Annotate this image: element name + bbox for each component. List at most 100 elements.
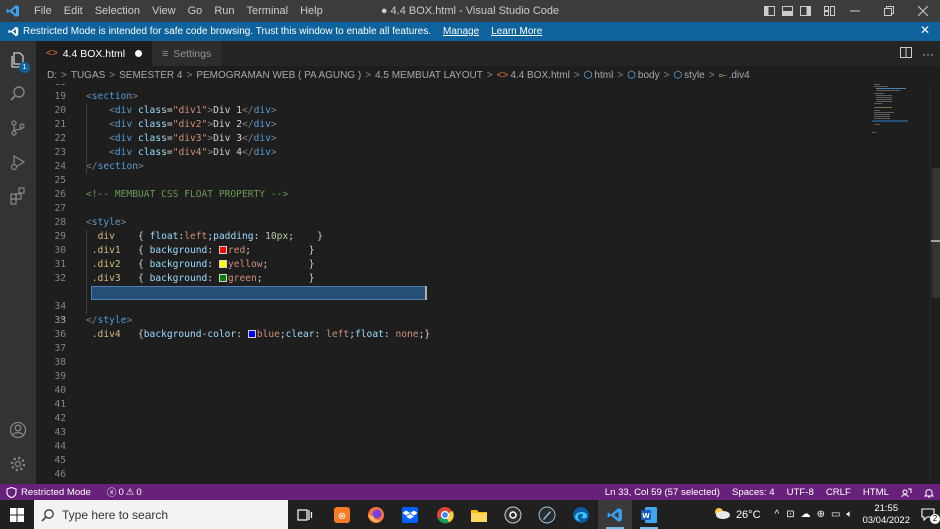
svg-text:⊗: ⊗ [338,511,346,522]
scrollbar-thumb[interactable] [932,168,940,298]
onedrive-cloud-icon[interactable]: ☁ [801,509,811,520]
app-rocket-icon[interactable] [530,500,564,529]
code-line: 41 [54,399,66,410]
taskbar-search-box[interactable]: Type here to search [34,500,288,529]
cursor-position[interactable]: Ln 33, Col 59 (57 selected) [605,487,720,498]
breadcrumb-item[interactable]: .div4 [729,70,750,81]
element-icon: ⬡ [583,69,593,81]
breadcrumb-item[interactable]: PEMOGRAMAN WEB ( PA AGUNG ) [196,70,361,81]
vscode-banner-icon [8,26,19,37]
breadcrumb-item[interactable]: style [684,70,705,81]
yellow-color-swatch[interactable] [218,260,227,268]
code-line: 43 [54,427,66,438]
source-control-icon[interactable] [0,111,36,145]
close-window-icon[interactable] [906,0,940,22]
breadcrumb-item[interactable]: 4.4 BOX.html [510,70,569,81]
restricted-mode-indicator[interactable]: Restricted Mode [0,484,97,500]
task-view-icon[interactable] [288,500,322,529]
green-color-swatch[interactable] [218,274,227,282]
firefox-icon[interactable] [359,500,393,529]
vertical-scrollbar[interactable] [930,84,940,484]
volume-icon[interactable]: 🔈︎ [846,509,852,520]
windows-start-icon[interactable] [0,500,34,529]
warning-count: 0 [136,486,142,498]
system-tray: 26°C ^ ⊡ ☁ ⊕ ▭ 🔈︎ 21:55 03/04/2022 2 [712,500,940,529]
code-line: 38 [54,357,66,368]
obs-icon[interactable] [496,500,530,529]
menu-selection[interactable]: Selection [89,0,146,22]
weather-temperature[interactable]: 26°C [736,509,761,521]
file-explorer-icon[interactable] [462,500,496,529]
breadcrumb-item[interactable]: SEMESTER 4 [119,70,182,81]
breadcrumb-item[interactable]: TUGAS [71,70,105,81]
word-icon[interactable]: W [632,500,666,529]
breadcrumb-item[interactable]: 4.5 MEMBUAT LAYOUT [375,70,483,81]
code-editor[interactable]: 18 19<section> 20 <div class="div1">Div … [36,84,940,484]
split-editor-icon[interactable] [900,46,912,61]
menu-run[interactable]: Run [208,0,240,22]
end-of-line[interactable]: CRLF [826,487,851,498]
run-debug-icon[interactable] [0,145,36,179]
search-icon[interactable] [0,77,36,111]
encoding[interactable]: UTF-8 [787,487,814,498]
menu-file[interactable]: File [28,0,58,22]
menu-view[interactable]: View [146,0,182,22]
code-line: 24 </section> [54,161,144,172]
code-line: 44 [54,441,66,452]
breadcrumb-item[interactable]: html [594,70,613,81]
language-mode[interactable]: HTML [863,487,889,498]
explorer-icon[interactable]: 1 [0,43,36,77]
menu-go[interactable]: Go [182,0,209,22]
code-lines: 18 19<section> 20 <div class="div1">Div … [36,84,866,482]
banner-close-icon[interactable]: ✕ [920,23,930,37]
menu-terminal[interactable]: Terminal [241,0,295,22]
manage-gear-icon[interactable] [0,447,36,481]
notification-center-icon[interactable]: 2 [916,508,940,524]
tab-label: Settings [173,47,212,60]
feedback-icon[interactable] [901,487,912,498]
code-line: 45 [54,455,66,466]
chrome-icon[interactable] [428,500,462,529]
scrollbar-cursor-marker [931,240,940,242]
windows-taskbar: Type here to search ⊗ W 26°C ^ ⊡ ☁ ⊕ ▭ 🔈… [0,500,940,529]
edge-icon[interactable] [564,500,598,529]
menu-edit[interactable]: Edit [58,0,89,22]
code-line: 27 [54,203,66,214]
toggle-primary-sidebar-icon[interactable] [760,0,778,22]
indentation[interactable]: Spaces: 4 [732,487,775,498]
notification-count: 2 [930,514,940,524]
show-hidden-icons-icon[interactable]: ^ [775,509,780,520]
webcam-icon[interactable]: ⊡ [786,509,794,520]
weather-cloud-icon[interactable] [712,506,732,523]
more-actions-icon[interactable]: ··· [922,47,934,61]
problems-indicator[interactable]: ⓧ 0 ⚠ 0 [107,485,142,500]
manage-link[interactable]: Manage [443,26,479,37]
toggle-secondary-sidebar-icon[interactable] [796,0,814,22]
xampp-icon[interactable]: ⊗ [325,500,359,529]
minimap[interactable] [872,84,932,144]
unsaved-dot-icon[interactable] [135,50,143,57]
network-globe-icon[interactable]: ⊕ [817,509,825,520]
dropbox-icon[interactable] [393,500,427,529]
tab-4-4-box-html[interactable]: <> 4.4 BOX.html [36,41,153,66]
tab-settings[interactable]: ≡ Settings [152,41,222,66]
menu-help[interactable]: Help [294,0,329,22]
taskbar-clock[interactable]: 21:55 03/04/2022 [862,503,910,527]
extensions-icon[interactable] [0,179,36,213]
breadcrumb-item[interactable]: body [638,70,660,81]
accounts-icon[interactable] [0,413,36,447]
code-line: 20 <div class="div1">Div 1</div> [54,105,277,116]
toggle-panel-icon[interactable] [778,0,796,22]
notifications-bell-icon[interactable] [924,487,934,498]
learn-more-link[interactable]: Learn More [491,26,542,37]
minimize-icon[interactable] [838,0,872,22]
code-line: 25 [54,175,66,186]
red-color-swatch[interactable] [218,246,227,254]
text-cursor [425,286,427,300]
restore-icon[interactable] [872,0,906,22]
tab-label: 4.4 BOX.html [62,47,126,60]
vscode-taskbar-icon[interactable] [598,500,632,529]
customize-layout-icon[interactable] [820,0,838,22]
battery-icon[interactable]: ▭ [831,509,840,520]
breadcrumb-item[interactable]: D: [47,70,57,81]
